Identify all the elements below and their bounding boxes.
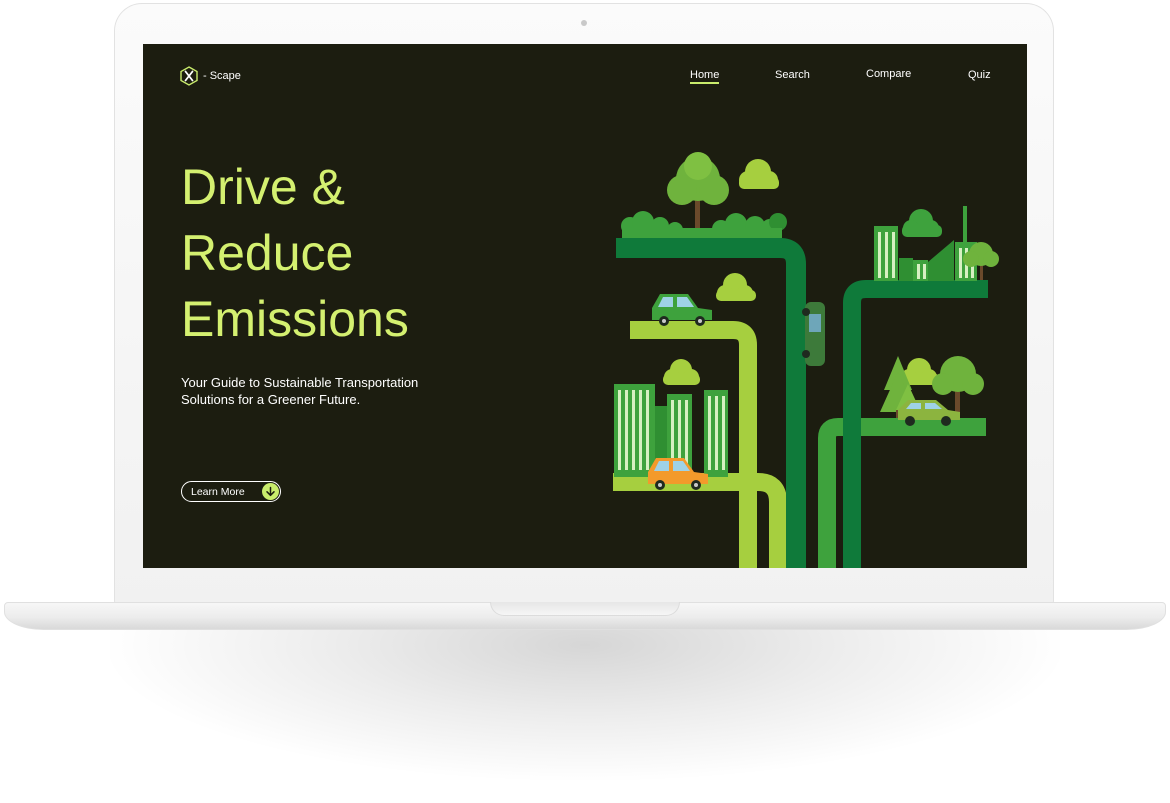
learn-more-button[interactable]: Learn More — [181, 481, 281, 502]
hero-subtitle: Your Guide to Sustainable Transportation… — [181, 375, 419, 407]
hero-title-line: Drive & — [181, 159, 345, 215]
cloud-lower-left — [663, 359, 700, 385]
hero-title: Drive & Reduce Emissions — [181, 154, 481, 352]
learn-more-label: Learn More — [191, 485, 245, 498]
cloud-top-right — [902, 209, 942, 237]
nav-home[interactable]: Home — [690, 69, 720, 84]
website-screen: - Scape Home Search Compare Quiz Drive &… — [143, 44, 1027, 568]
arrow-down-icon — [262, 483, 279, 500]
car-vertical — [802, 302, 825, 366]
main-nav: Home Search Compare Quiz — [143, 68, 1027, 89]
nav-search[interactable]: Search — [775, 69, 810, 81]
hero-title-line: Reduce — [181, 225, 354, 281]
nav-quiz[interactable]: Quiz — [968, 69, 991, 81]
nav-compare[interactable]: Compare — [866, 68, 911, 80]
laptop-shadow — [110, 630, 1060, 780]
bushes-left — [621, 211, 787, 238]
cloud-top-left — [739, 159, 779, 189]
laptop-notch — [490, 602, 680, 616]
hero-title-line: Emissions — [181, 291, 409, 347]
eco-city-illustration — [613, 152, 999, 568]
laptop-mockup: - Scape Home Search Compare Quiz Drive &… — [0, 0, 1170, 803]
webcam — [581, 20, 587, 26]
cloud-middle — [716, 273, 756, 301]
